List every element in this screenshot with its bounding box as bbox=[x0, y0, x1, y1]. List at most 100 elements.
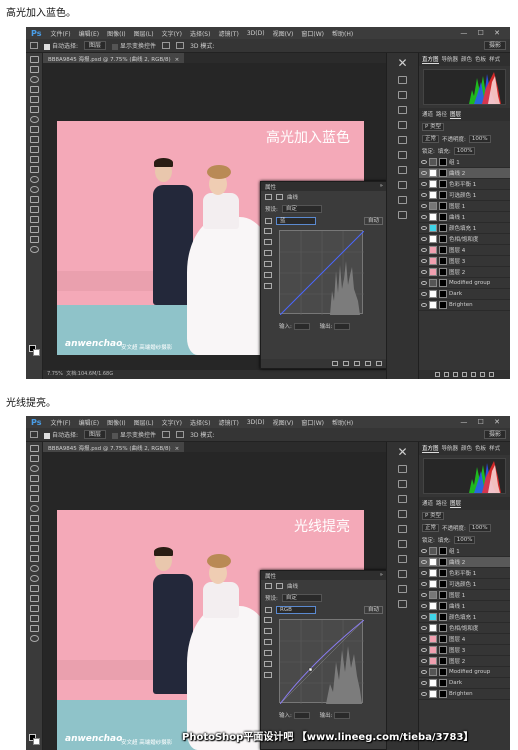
tab-swatches[interactable]: 色板 bbox=[475, 55, 486, 64]
menu-3d[interactable]: 3D(D) bbox=[243, 419, 269, 426]
mask-icon[interactable] bbox=[276, 583, 283, 589]
menu-help[interactable]: 帮助(H) bbox=[328, 29, 357, 38]
menu-select[interactable]: 选择(S) bbox=[186, 418, 215, 427]
new-adjustment-icon[interactable] bbox=[462, 372, 467, 377]
healing-brush-icon[interactable] bbox=[29, 505, 39, 512]
auto-button[interactable]: 自动 bbox=[363, 606, 383, 614]
menu-image[interactable]: 图像(I) bbox=[103, 29, 129, 38]
actions-icon[interactable] bbox=[398, 480, 407, 488]
menu-filter[interactable]: 滤镜(T) bbox=[214, 418, 242, 427]
eye-icon[interactable] bbox=[421, 571, 427, 575]
layer-row[interactable]: 图层 2 bbox=[419, 656, 510, 667]
glyphs-icon[interactable] bbox=[398, 600, 407, 608]
workspace-select[interactable]: 摄影 bbox=[483, 430, 506, 439]
add-mask-icon[interactable] bbox=[453, 372, 458, 377]
character-icon[interactable] bbox=[398, 136, 407, 144]
menu-type[interactable]: 文字(Y) bbox=[158, 418, 186, 427]
layer-row[interactable]: 曲线 1 bbox=[419, 601, 510, 612]
distribute-icon[interactable] bbox=[176, 42, 185, 49]
fill-input[interactable]: 100% bbox=[453, 147, 476, 155]
eye-icon[interactable] bbox=[421, 160, 427, 164]
eye-icon[interactable] bbox=[421, 204, 427, 208]
delete-icon[interactable] bbox=[376, 361, 382, 366]
healing-brush-icon[interactable] bbox=[29, 116, 39, 123]
tab-paths[interactable]: 路径 bbox=[436, 499, 447, 508]
menu-filter[interactable]: 滤镜(T) bbox=[214, 29, 242, 38]
output-value[interactable] bbox=[334, 712, 351, 719]
eye-icon[interactable] bbox=[421, 637, 427, 641]
document-tab[interactable]: BB8A9845 海报.psd @ 7.75% (曲线 2, RGB/8) × bbox=[43, 442, 185, 452]
quick-select-icon[interactable] bbox=[29, 86, 39, 93]
close-icon[interactable]: ✕ bbox=[387, 56, 418, 70]
pen-icon[interactable] bbox=[29, 585, 39, 592]
layer-row[interactable]: 色彩平衡 1 bbox=[419, 568, 510, 579]
clone-stamp-icon[interactable] bbox=[29, 136, 39, 143]
curve-point-icon[interactable] bbox=[264, 650, 272, 656]
eye-icon[interactable] bbox=[421, 604, 427, 608]
brush-settings-icon[interactable] bbox=[398, 495, 407, 503]
distribute-icon[interactable] bbox=[176, 431, 185, 438]
brush-icon[interactable] bbox=[29, 126, 39, 133]
view-previous-icon[interactable] bbox=[343, 361, 349, 366]
blur-icon[interactable] bbox=[29, 176, 39, 183]
lasso-icon[interactable] bbox=[29, 465, 39, 472]
layer-row[interactable]: 图层 4 bbox=[419, 245, 510, 256]
quick-select-icon[interactable] bbox=[29, 475, 39, 482]
tab-color[interactable]: 颜色 bbox=[461, 444, 472, 453]
history-brush-icon[interactable] bbox=[29, 146, 39, 153]
menu-window[interactable]: 窗口(W) bbox=[297, 29, 328, 38]
layer-row[interactable]: 可选颜色 1 bbox=[419, 190, 510, 201]
eye-icon[interactable] bbox=[421, 670, 427, 674]
layer-row[interactable]: 组 1 bbox=[419, 546, 510, 557]
eraser-icon[interactable] bbox=[29, 545, 39, 552]
layer-row[interactable]: 色相/饱和度 bbox=[419, 623, 510, 634]
info-icon[interactable] bbox=[398, 181, 407, 189]
input-value[interactable] bbox=[293, 712, 310, 719]
eye-icon[interactable] bbox=[421, 681, 427, 685]
eraser-icon[interactable] bbox=[29, 156, 39, 163]
tab-paths[interactable]: 路径 bbox=[436, 110, 447, 119]
tab-color[interactable]: 颜色 bbox=[461, 55, 472, 64]
layer-row[interactable]: Brighten bbox=[419, 300, 510, 311]
menu-edit[interactable]: 编辑(E) bbox=[75, 418, 103, 427]
tab-layers[interactable]: 图层 bbox=[450, 110, 462, 119]
eye-icon[interactable] bbox=[421, 270, 427, 274]
curve-pencil-icon[interactable] bbox=[264, 661, 272, 667]
layer-row[interactable]: 图层 1 bbox=[419, 590, 510, 601]
curve-pencil-icon[interactable] bbox=[264, 272, 272, 278]
target-adjust-icon[interactable] bbox=[265, 218, 272, 224]
marquee-icon[interactable] bbox=[29, 455, 39, 462]
eyedropper-icon[interactable] bbox=[29, 106, 39, 113]
reset-icon[interactable] bbox=[354, 361, 360, 366]
menu-image[interactable]: 图像(I) bbox=[103, 418, 129, 427]
marquee-icon[interactable] bbox=[29, 66, 39, 73]
auto-select-checkbox[interactable]: 自动选择: bbox=[44, 430, 78, 439]
layer-row[interactable]: 曲线 2 bbox=[419, 557, 510, 568]
actions-icon[interactable] bbox=[398, 91, 407, 99]
menu-view[interactable]: 视图(V) bbox=[269, 418, 298, 427]
blend-mode-select[interactable]: 正常 bbox=[422, 524, 440, 532]
window-controls[interactable]: — ☐ ✕ bbox=[460, 29, 510, 37]
trash-icon[interactable] bbox=[489, 372, 494, 377]
layer-row[interactable]: Modified group bbox=[419, 667, 510, 678]
show-transform-checkbox[interactable]: 显示变换控件 bbox=[112, 430, 156, 439]
clone-source-icon[interactable] bbox=[398, 510, 407, 518]
tab-histogram[interactable]: 直方图 bbox=[422, 55, 439, 64]
auto-button[interactable]: 自动 bbox=[363, 217, 383, 225]
visibility-icon[interactable] bbox=[365, 361, 371, 366]
history-brush-icon[interactable] bbox=[29, 535, 39, 542]
tab-layers[interactable]: 图层 bbox=[450, 499, 462, 508]
path-select-icon[interactable] bbox=[29, 605, 39, 612]
eye-icon[interactable] bbox=[421, 549, 427, 553]
character-icon[interactable] bbox=[398, 525, 407, 533]
menu-layer[interactable]: 图层(L) bbox=[130, 418, 158, 427]
color-swatches[interactable] bbox=[29, 345, 40, 356]
auto-select-checkbox[interactable]: 自动选择: bbox=[44, 41, 78, 50]
glyphs-icon[interactable] bbox=[398, 211, 407, 219]
eye-icon[interactable] bbox=[421, 560, 427, 564]
menu-file[interactable]: 文件(F) bbox=[46, 29, 74, 38]
hand-icon[interactable] bbox=[29, 236, 39, 243]
eye-icon[interactable] bbox=[421, 226, 427, 230]
history-icon[interactable] bbox=[398, 76, 407, 84]
layer-row[interactable]: 曲线 2 bbox=[419, 168, 510, 179]
